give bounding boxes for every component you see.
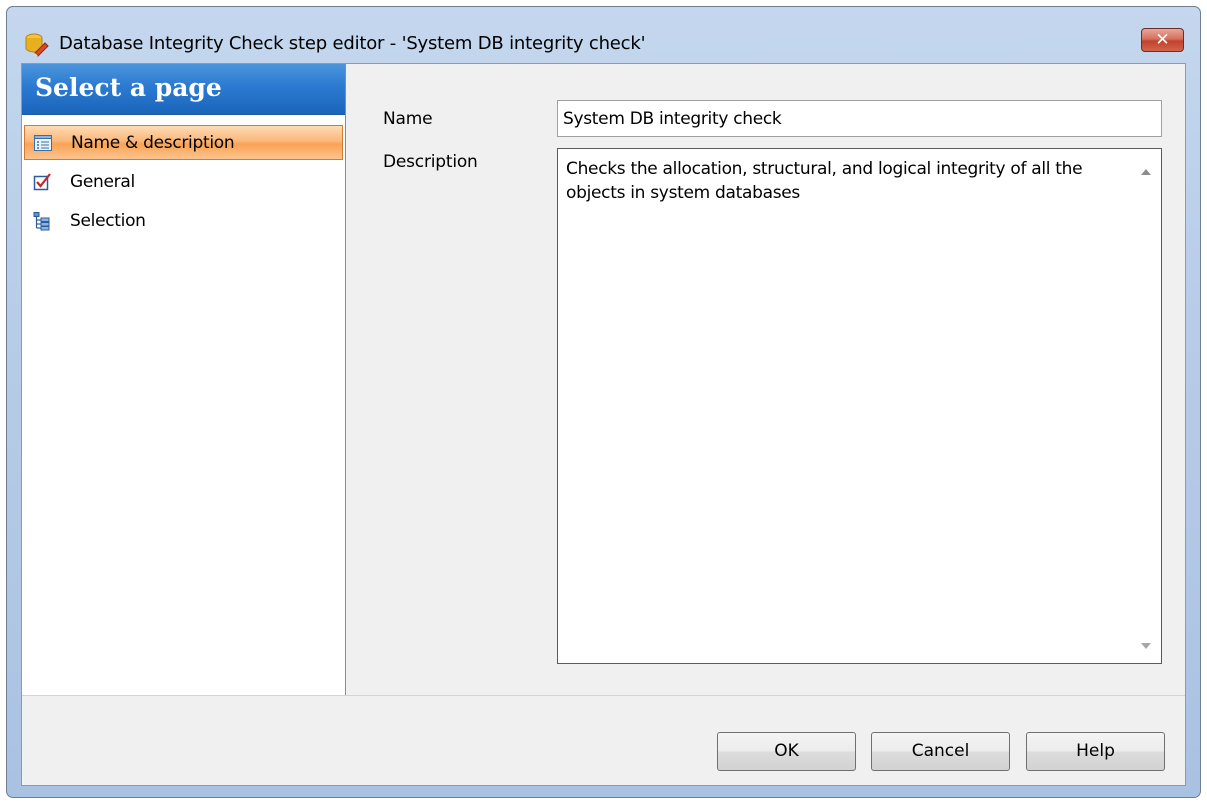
dialog-client-area: Select a page Name & description General… xyxy=(21,63,1186,786)
sidebar-item-label: General xyxy=(70,172,135,192)
page-selector-panel: Select a page Name & description General… xyxy=(22,64,346,695)
page-selector-header: Select a page xyxy=(22,64,345,115)
sidebar-item-general[interactable]: General xyxy=(24,165,343,200)
app-icon xyxy=(25,33,49,57)
help-button[interactable]: Help xyxy=(1026,732,1165,771)
title-bar[interactable]: Database Integrity Check step editor - '… xyxy=(7,7,1200,63)
description-textarea[interactable]: Checks the allocation, structural, and l… xyxy=(557,148,1162,664)
name-label: Name xyxy=(383,109,433,129)
scroll-down-arrow-icon[interactable] xyxy=(1141,643,1151,649)
scroll-up-arrow-icon[interactable] xyxy=(1141,169,1151,175)
window-title: Database Integrity Check step editor - '… xyxy=(59,33,646,54)
sidebar-item-selection[interactable]: Selection xyxy=(24,204,343,239)
description-label: Description xyxy=(383,152,478,172)
page-selector-title: Select a page xyxy=(35,73,222,102)
sidebar-item-label: Name & description xyxy=(71,133,235,153)
name-field[interactable] xyxy=(557,100,1162,137)
document-list-icon xyxy=(34,135,52,151)
close-icon: ✕ xyxy=(1155,30,1170,50)
dialog-window: Database Integrity Check step editor - '… xyxy=(6,6,1201,798)
sidebar-item-name-description[interactable]: Name & description xyxy=(24,125,343,160)
tree-icon xyxy=(33,212,50,231)
sidebar-item-label: Selection xyxy=(70,211,146,231)
cancel-button[interactable]: Cancel xyxy=(871,732,1010,771)
ok-button[interactable]: OK xyxy=(717,732,856,771)
footer-divider xyxy=(22,695,1185,696)
checkbox-icon xyxy=(33,173,51,191)
description-text: Checks the allocation, structural, and l… xyxy=(566,159,1083,203)
close-button[interactable]: ✕ xyxy=(1141,28,1184,52)
name-description-page: Name Description Checks the allocation, … xyxy=(346,64,1185,695)
